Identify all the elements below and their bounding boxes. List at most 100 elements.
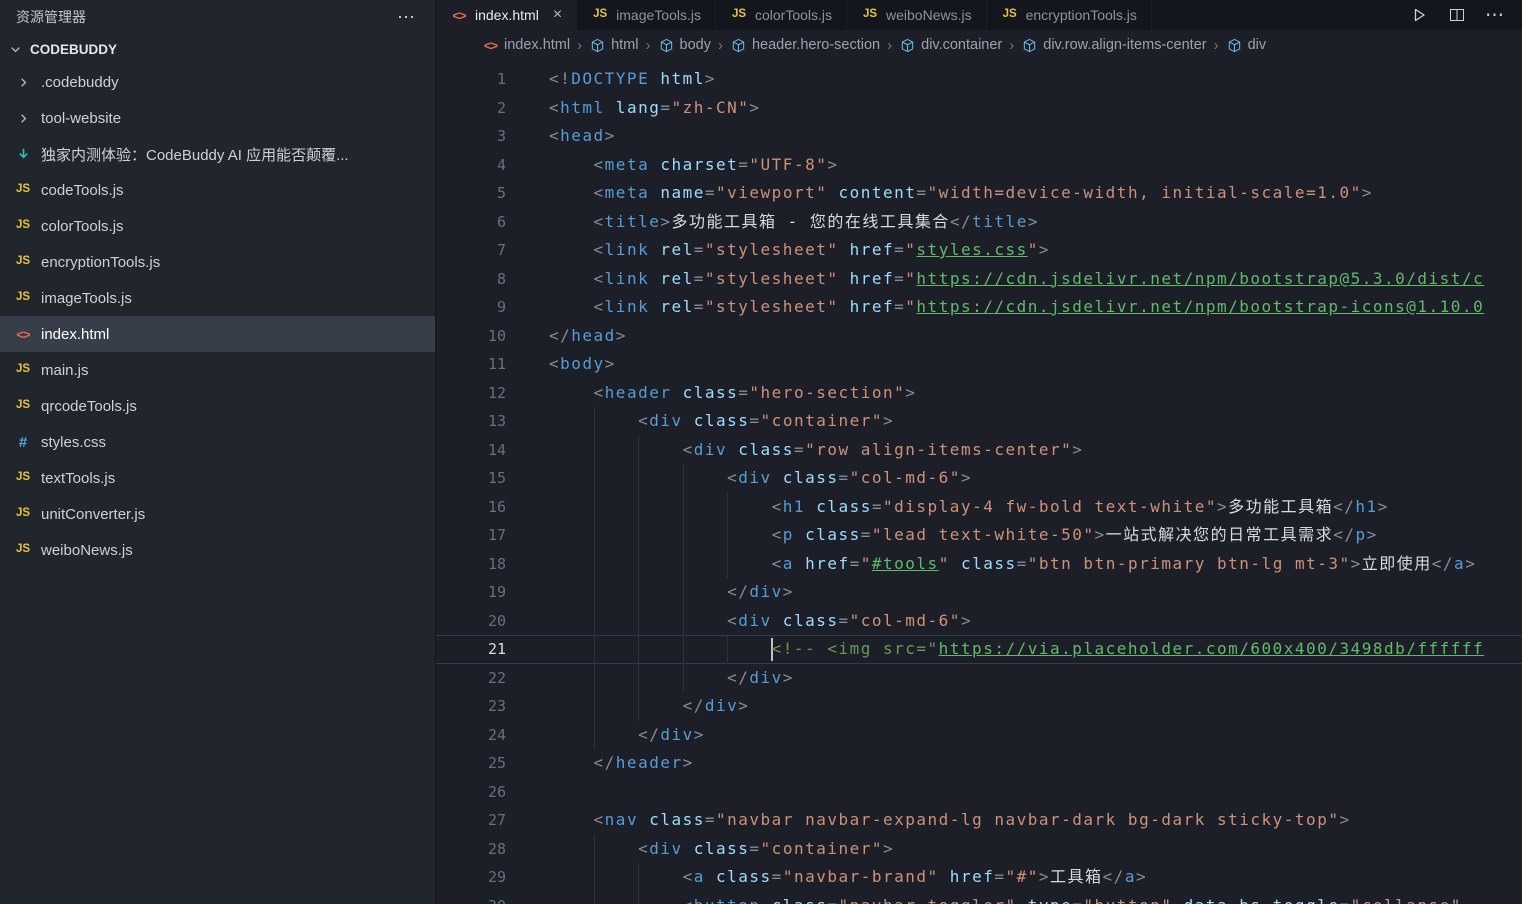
code-line-15[interactable]: 15 <div class="col-md-6"> <box>436 464 1522 493</box>
code-line-7[interactable]: 7 <link rel="stylesheet" href="styles.cs… <box>436 236 1522 265</box>
code-line-11[interactable]: 11<body> <box>436 350 1522 379</box>
file-item-codetools-js[interactable]: JScodeTools.js <box>0 172 435 208</box>
breadcrumb-item-div-row-align-items-center[interactable]: div.row.align-items-center <box>1021 37 1206 53</box>
code-line-3[interactable]: 3<head> <box>436 122 1522 151</box>
code-token: https://via.placeholder.com/600x400/3498… <box>939 639 1485 658</box>
code-token: head <box>571 326 616 345</box>
line-number: 4 <box>436 151 506 180</box>
file-item-styles-css[interactable]: #styles.css <box>0 424 435 460</box>
code-line-29[interactable]: 29 <a class="navbar-brand" href="#">工具箱<… <box>436 863 1522 892</box>
code-token: "hero-section" <box>749 383 905 402</box>
line-content: </head> <box>506 322 1522 351</box>
indent-guide <box>683 521 684 550</box>
code-line-5[interactable]: 5 <meta name="viewport" content="width=d… <box>436 179 1522 208</box>
file-item-index-html[interactable]: <>index.html <box>0 316 435 352</box>
line-number: 20 <box>436 607 506 636</box>
code-token: </ <box>950 212 972 231</box>
file-item-main-js[interactable]: JSmain.js <box>0 352 435 388</box>
run-icon[interactable] <box>1410 6 1428 24</box>
js-file-icon: JS <box>12 472 34 484</box>
code-line-27[interactable]: 27 <nav class="navbar navbar-expand-lg n… <box>436 806 1522 835</box>
workspace-section-header[interactable]: CODEBUDDY <box>0 34 435 64</box>
code-line-28[interactable]: 28 <div class="container"> <box>436 835 1522 864</box>
tab-encryptiontools-js[interactable]: JSencryptionTools.js <box>987 0 1152 30</box>
code-token: rel <box>649 240 694 259</box>
breadcrumb-item-div-container[interactable]: div.container <box>899 37 1002 53</box>
code-line-17[interactable]: 17 <p class="lead text-white-50">一站式解决您的… <box>436 521 1522 550</box>
html-file-icon: <> <box>450 9 468 22</box>
code-token: > <box>783 582 794 601</box>
file-item-tool-website[interactable]: tool-website <box>0 100 435 136</box>
file-item-colortools-js[interactable]: JScolorTools.js <box>0 208 435 244</box>
tab-index-html[interactable]: <>index.html× <box>436 0 577 30</box>
code-line-16[interactable]: 16 <h1 class="display-4 fw-bold text-whi… <box>436 493 1522 522</box>
code-line-24[interactable]: 24 </div> <box>436 721 1522 750</box>
line-content: <div class="col-md-6"> <box>506 607 1522 636</box>
file-item-unitconverter-js[interactable]: JSunitConverter.js <box>0 496 435 532</box>
code-token: class <box>683 839 750 858</box>
code-line-14[interactable]: 14 <div class="row align-items-center"> <box>436 436 1522 465</box>
code-line-23[interactable]: 23 </div> <box>436 692 1522 721</box>
file-item-codebuddy[interactable]: .codebuddy <box>0 64 435 100</box>
indent-guide <box>727 493 728 522</box>
code-line-13[interactable]: 13 <div class="container"> <box>436 407 1522 436</box>
code-token: div <box>749 668 782 687</box>
code-line-6[interactable]: 6 <title>多功能工具箱 - 您的在线工具集合</title> <box>436 208 1522 237</box>
line-number: 25 <box>436 749 506 778</box>
code-line-8[interactable]: 8 <link rel="stylesheet" href="https://c… <box>436 265 1522 294</box>
indent-guide <box>727 550 728 579</box>
breadcrumb-item-index-html[interactable]: <>index.html <box>482 37 570 53</box>
code-editor[interactable]: 1<!DOCTYPE html>2<html lang="zh-CN">3<he… <box>436 60 1522 904</box>
indent-guide <box>638 607 639 636</box>
line-number: 19 <box>436 578 506 607</box>
tab-weibonews-js[interactable]: JSweiboNews.js <box>847 0 987 30</box>
cube-icon <box>589 38 606 53</box>
code-token: meta <box>605 155 650 174</box>
code-token: DOCTYPE <box>571 69 649 88</box>
more-actions-icon[interactable]: ⋯ <box>1486 6 1504 24</box>
code-line-4[interactable]: 4 <meta charset="UTF-8"> <box>436 151 1522 180</box>
code-token: > <box>705 69 716 88</box>
code-line-18[interactable]: 18 <a href="#tools" class="btn btn-prima… <box>436 550 1522 579</box>
code-token: class <box>705 867 772 886</box>
code-line-2[interactable]: 2<html lang="zh-CN"> <box>436 94 1522 123</box>
file-item-weibonews-js[interactable]: JSweiboNews.js <box>0 532 435 568</box>
tab-imagetools-js[interactable]: JSimageTools.js <box>577 0 716 30</box>
code-token: rel <box>649 269 694 288</box>
breadcrumb-item-div[interactable]: div <box>1226 37 1267 53</box>
tab-close-icon[interactable]: × <box>553 7 562 23</box>
code-line-20[interactable]: 20 <div class="col-md-6"> <box>436 607 1522 636</box>
file-item-codebuddy-ai[interactable]: 独家内测体验：CodeBuddy AI 应用能否颠覆... <box>0 136 435 172</box>
breadcrumb-item-body[interactable]: body <box>658 37 711 53</box>
code-line-25[interactable]: 25 </header> <box>436 749 1522 778</box>
breadcrumb-item-html[interactable]: html <box>589 37 638 53</box>
code-line-1[interactable]: 1<!DOCTYPE html> <box>436 65 1522 94</box>
code-line-26[interactable]: 26 <box>436 778 1522 807</box>
breadcrumb-item-header-hero-section[interactable]: header.hero-section <box>730 37 880 53</box>
line-number: 30 <box>436 892 506 904</box>
file-item-encryptiontools-js[interactable]: JSencryptionTools.js <box>0 244 435 280</box>
code-line-19[interactable]: 19 </div> <box>436 578 1522 607</box>
code-line-22[interactable]: 22 </div> <box>436 664 1522 693</box>
code-token: a <box>694 867 705 886</box>
line-content: <meta charset="UTF-8"> <box>506 151 1522 180</box>
file-item-texttools-js[interactable]: JStextTools.js <box>0 460 435 496</box>
code-line-9[interactable]: 9 <link rel="stylesheet" href="https://c… <box>436 293 1522 322</box>
breadcrumb-label: div <box>1248 37 1267 53</box>
code-line-12[interactable]: 12 <header class="hero-section"> <box>436 379 1522 408</box>
line-content: <body> <box>506 350 1522 379</box>
code-line-30[interactable]: 30 <button class="navbar-toggler" type="… <box>436 892 1522 904</box>
code-token: #tools <box>872 554 939 573</box>
line-content: <div class="container"> <box>506 407 1522 436</box>
code-line-10[interactable]: 10</head> <box>436 322 1522 351</box>
file-item-qrcodetools-js[interactable]: JSqrcodeTools.js <box>0 388 435 424</box>
code-line-21[interactable]: 21 <!-- <img src="https://via.placeholde… <box>436 635 1522 664</box>
code-token: < <box>549 896 694 904</box>
explorer-more-actions-icon[interactable]: ⋯ <box>397 8 417 26</box>
file-item-imagetools-js[interactable]: JSimageTools.js <box>0 280 435 316</box>
code-token: > <box>1367 525 1378 544</box>
tab-colortools-js[interactable]: JScolorTools.js <box>716 0 847 30</box>
breadcrumb-separator: › <box>646 37 651 54</box>
breadcrumb-separator: › <box>887 37 892 54</box>
split-editor-icon[interactable] <box>1448 6 1466 24</box>
